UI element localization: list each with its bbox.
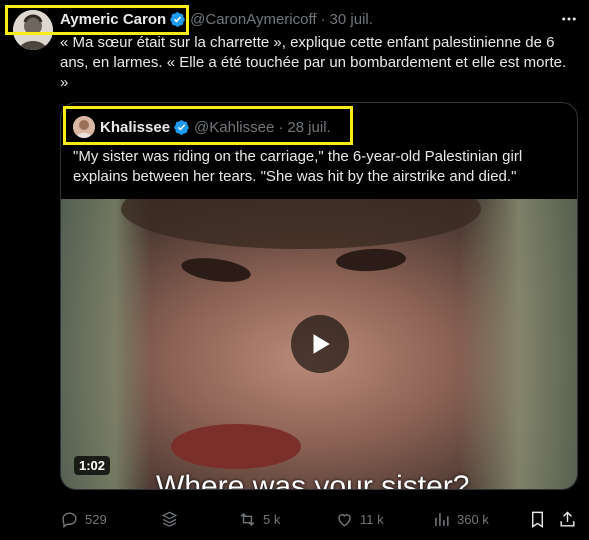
video-background-left xyxy=(61,199,151,489)
video-subtitle: Where was your sister? xyxy=(156,470,470,490)
highlight-box-quote-author xyxy=(63,106,353,145)
share-button[interactable] xyxy=(558,510,577,529)
views-count: 360 k xyxy=(457,512,489,527)
action-bar: 529 5 k 11 k 360 k xyxy=(60,510,580,530)
video-eye-right xyxy=(335,247,407,273)
quote-text: "My sister was riding on the carriage," … xyxy=(73,148,523,185)
video-hair xyxy=(121,199,481,249)
like-button[interactable]: 11 k xyxy=(335,510,384,529)
more-icon[interactable] xyxy=(558,8,580,30)
reply-icon xyxy=(62,512,77,529)
views-button[interactable]: 360 k xyxy=(432,510,489,529)
video-mouth xyxy=(171,424,301,469)
video-player[interactable]: 1:02 Where was your sister? xyxy=(61,199,577,490)
repost-count: 5 k xyxy=(263,512,281,527)
author-handle[interactable]: @CaronAymericoff xyxy=(190,11,316,28)
tweet-text: « Ma sœur était sur la charrette », expl… xyxy=(60,34,567,91)
video-duration: 1:02 xyxy=(74,456,111,475)
tweet-date[interactable]: 30 juil. xyxy=(330,11,373,28)
grok-icon xyxy=(161,511,178,527)
video-eye-left xyxy=(179,254,253,286)
share-icon xyxy=(560,511,575,527)
repost-button[interactable]: 5 k xyxy=(238,510,280,529)
verified-icon xyxy=(169,11,186,28)
like-count: 11 k xyxy=(360,512,384,527)
dot-separator: · xyxy=(320,10,326,28)
reply-button[interactable]: 529 xyxy=(60,510,107,529)
tweet-header: Aymeric Caron @CaronAymericoff · 30 juil… xyxy=(60,10,373,28)
repost-icon xyxy=(240,512,255,527)
play-icon xyxy=(313,334,330,354)
views-icon xyxy=(435,513,449,526)
reply-count: 529 xyxy=(85,512,107,527)
quote-tweet-card[interactable]: Khalissee @Kahlissee · 28 juil. "My sist… xyxy=(60,102,578,490)
play-button[interactable] xyxy=(291,315,349,373)
bookmark-button[interactable] xyxy=(528,510,547,529)
bookmark-icon xyxy=(532,511,543,528)
author-name[interactable]: Aymeric Caron xyxy=(60,11,166,28)
video-background-right xyxy=(459,199,577,489)
grok-button[interactable] xyxy=(160,510,179,529)
like-icon xyxy=(338,514,351,527)
